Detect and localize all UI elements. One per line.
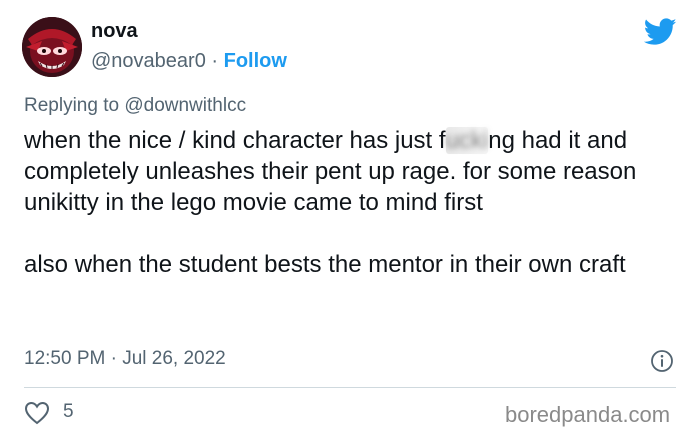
censored-word: ucki (445, 127, 489, 154)
like-count: 5 (63, 401, 74, 422)
reply-mention-link[interactable]: @downwithlcc (124, 95, 246, 116)
replying-to-label: Replying to (24, 95, 120, 116)
tweet-paragraph-2: also when the student bests the mentor i… (24, 251, 626, 278)
tweet-timestamp[interactable]: 12:50 PM · Jul 26, 2022 (24, 348, 226, 370)
tweet-paragraph-1: when the nice / kind character has just … (24, 125, 694, 218)
user-handle[interactable]: @novabear0 (91, 50, 206, 72)
replying-to: Replying to @downwithlcc (24, 95, 246, 117)
handle-separator: · (211, 50, 219, 72)
tweet-text-start: when the nice / kind character has just … (24, 127, 446, 154)
divider (24, 387, 676, 388)
user-avatar[interactable] (22, 17, 82, 77)
follow-button[interactable]: Follow (224, 50, 287, 72)
handle-line: @novabear0 · Follow (91, 50, 287, 73)
info-icon[interactable] (650, 349, 674, 373)
avatar-image (22, 17, 82, 77)
twitter-bird-icon[interactable] (643, 18, 677, 46)
display-name[interactable]: nova (91, 20, 138, 43)
heart-icon[interactable] (24, 401, 50, 425)
tweet-card: nova @novabear0 · Follow Replying to @do… (0, 0, 700, 441)
tweet-text: when the nice / kind character has just … (24, 125, 694, 280)
watermark: boredpanda.com (505, 402, 671, 427)
